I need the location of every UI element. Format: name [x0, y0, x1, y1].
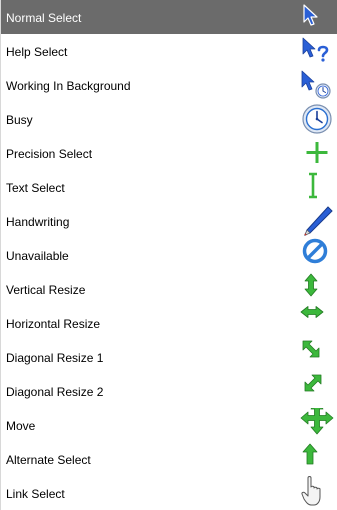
cursor-label: Move [6, 419, 36, 433]
cursor-label: Link Select [6, 487, 65, 501]
text-beam-icon [297, 170, 337, 204]
cursor-row-working-in-background[interactable]: Working In Background [1, 68, 337, 102]
cursor-row-text-select[interactable]: Text Select [1, 170, 337, 204]
cursor-scheme-list: Normal Select Help Select Working In Bac… [0, 0, 337, 510]
vertical-resize-icon [297, 272, 337, 306]
cursor-row-alternate-select[interactable]: Alternate Select [1, 442, 337, 476]
cursor-row-link-select[interactable]: Link Select [1, 476, 337, 510]
cursor-label: Vertical Resize [6, 283, 86, 297]
cursor-row-busy[interactable]: Busy [1, 102, 337, 136]
cursor-row-move[interactable]: Move [1, 408, 337, 442]
cursor-label: Text Select [6, 181, 65, 195]
arrow-busy-icon [297, 68, 337, 102]
cursor-label: Horizontal Resize [6, 317, 101, 331]
pen-icon [297, 204, 337, 238]
cursor-row-handwriting[interactable]: Handwriting [1, 204, 337, 238]
up-arrow-icon [297, 442, 337, 476]
cursor-label: Alternate Select [6, 453, 91, 467]
cursor-label: Busy [6, 113, 33, 127]
hand-pointer-icon [297, 476, 337, 510]
cursor-row-vertical-resize[interactable]: Vertical Resize [1, 272, 337, 306]
cursor-row-help-select[interactable]: Help Select [1, 34, 337, 68]
cursor-label: Handwriting [6, 215, 70, 229]
cursor-label: Precision Select [6, 147, 93, 161]
cursor-row-unavailable[interactable]: Unavailable [1, 238, 337, 272]
arrow-pointer-icon [297, 0, 337, 34]
cursor-label: Normal Select [6, 11, 82, 25]
busy-clock-icon [297, 102, 337, 136]
move-icon [297, 408, 337, 442]
cursor-row-normal-select[interactable]: Normal Select [1, 0, 337, 34]
cursor-label: Help Select [6, 45, 68, 59]
cursor-label: Diagonal Resize 1 [6, 351, 104, 365]
cursor-label: Working In Background [6, 79, 131, 93]
cursor-label: Diagonal Resize 2 [6, 385, 104, 399]
cursor-label: Unavailable [6, 249, 69, 263]
cursor-row-horizontal-resize[interactable]: Horizontal Resize [1, 306, 337, 340]
cursor-row-diagonal-resize-1[interactable]: Diagonal Resize 1 [1, 340, 337, 374]
cursor-row-diagonal-resize-2[interactable]: Diagonal Resize 2 [1, 374, 337, 408]
horizontal-resize-icon [297, 306, 337, 340]
crosshair-icon [297, 136, 337, 170]
diagonal-resize-2-icon [297, 374, 337, 408]
unavailable-icon [297, 238, 337, 272]
diagonal-resize-1-icon [297, 340, 337, 374]
cursor-row-precision-select[interactable]: Precision Select [1, 136, 337, 170]
arrow-help-icon [297, 34, 337, 68]
